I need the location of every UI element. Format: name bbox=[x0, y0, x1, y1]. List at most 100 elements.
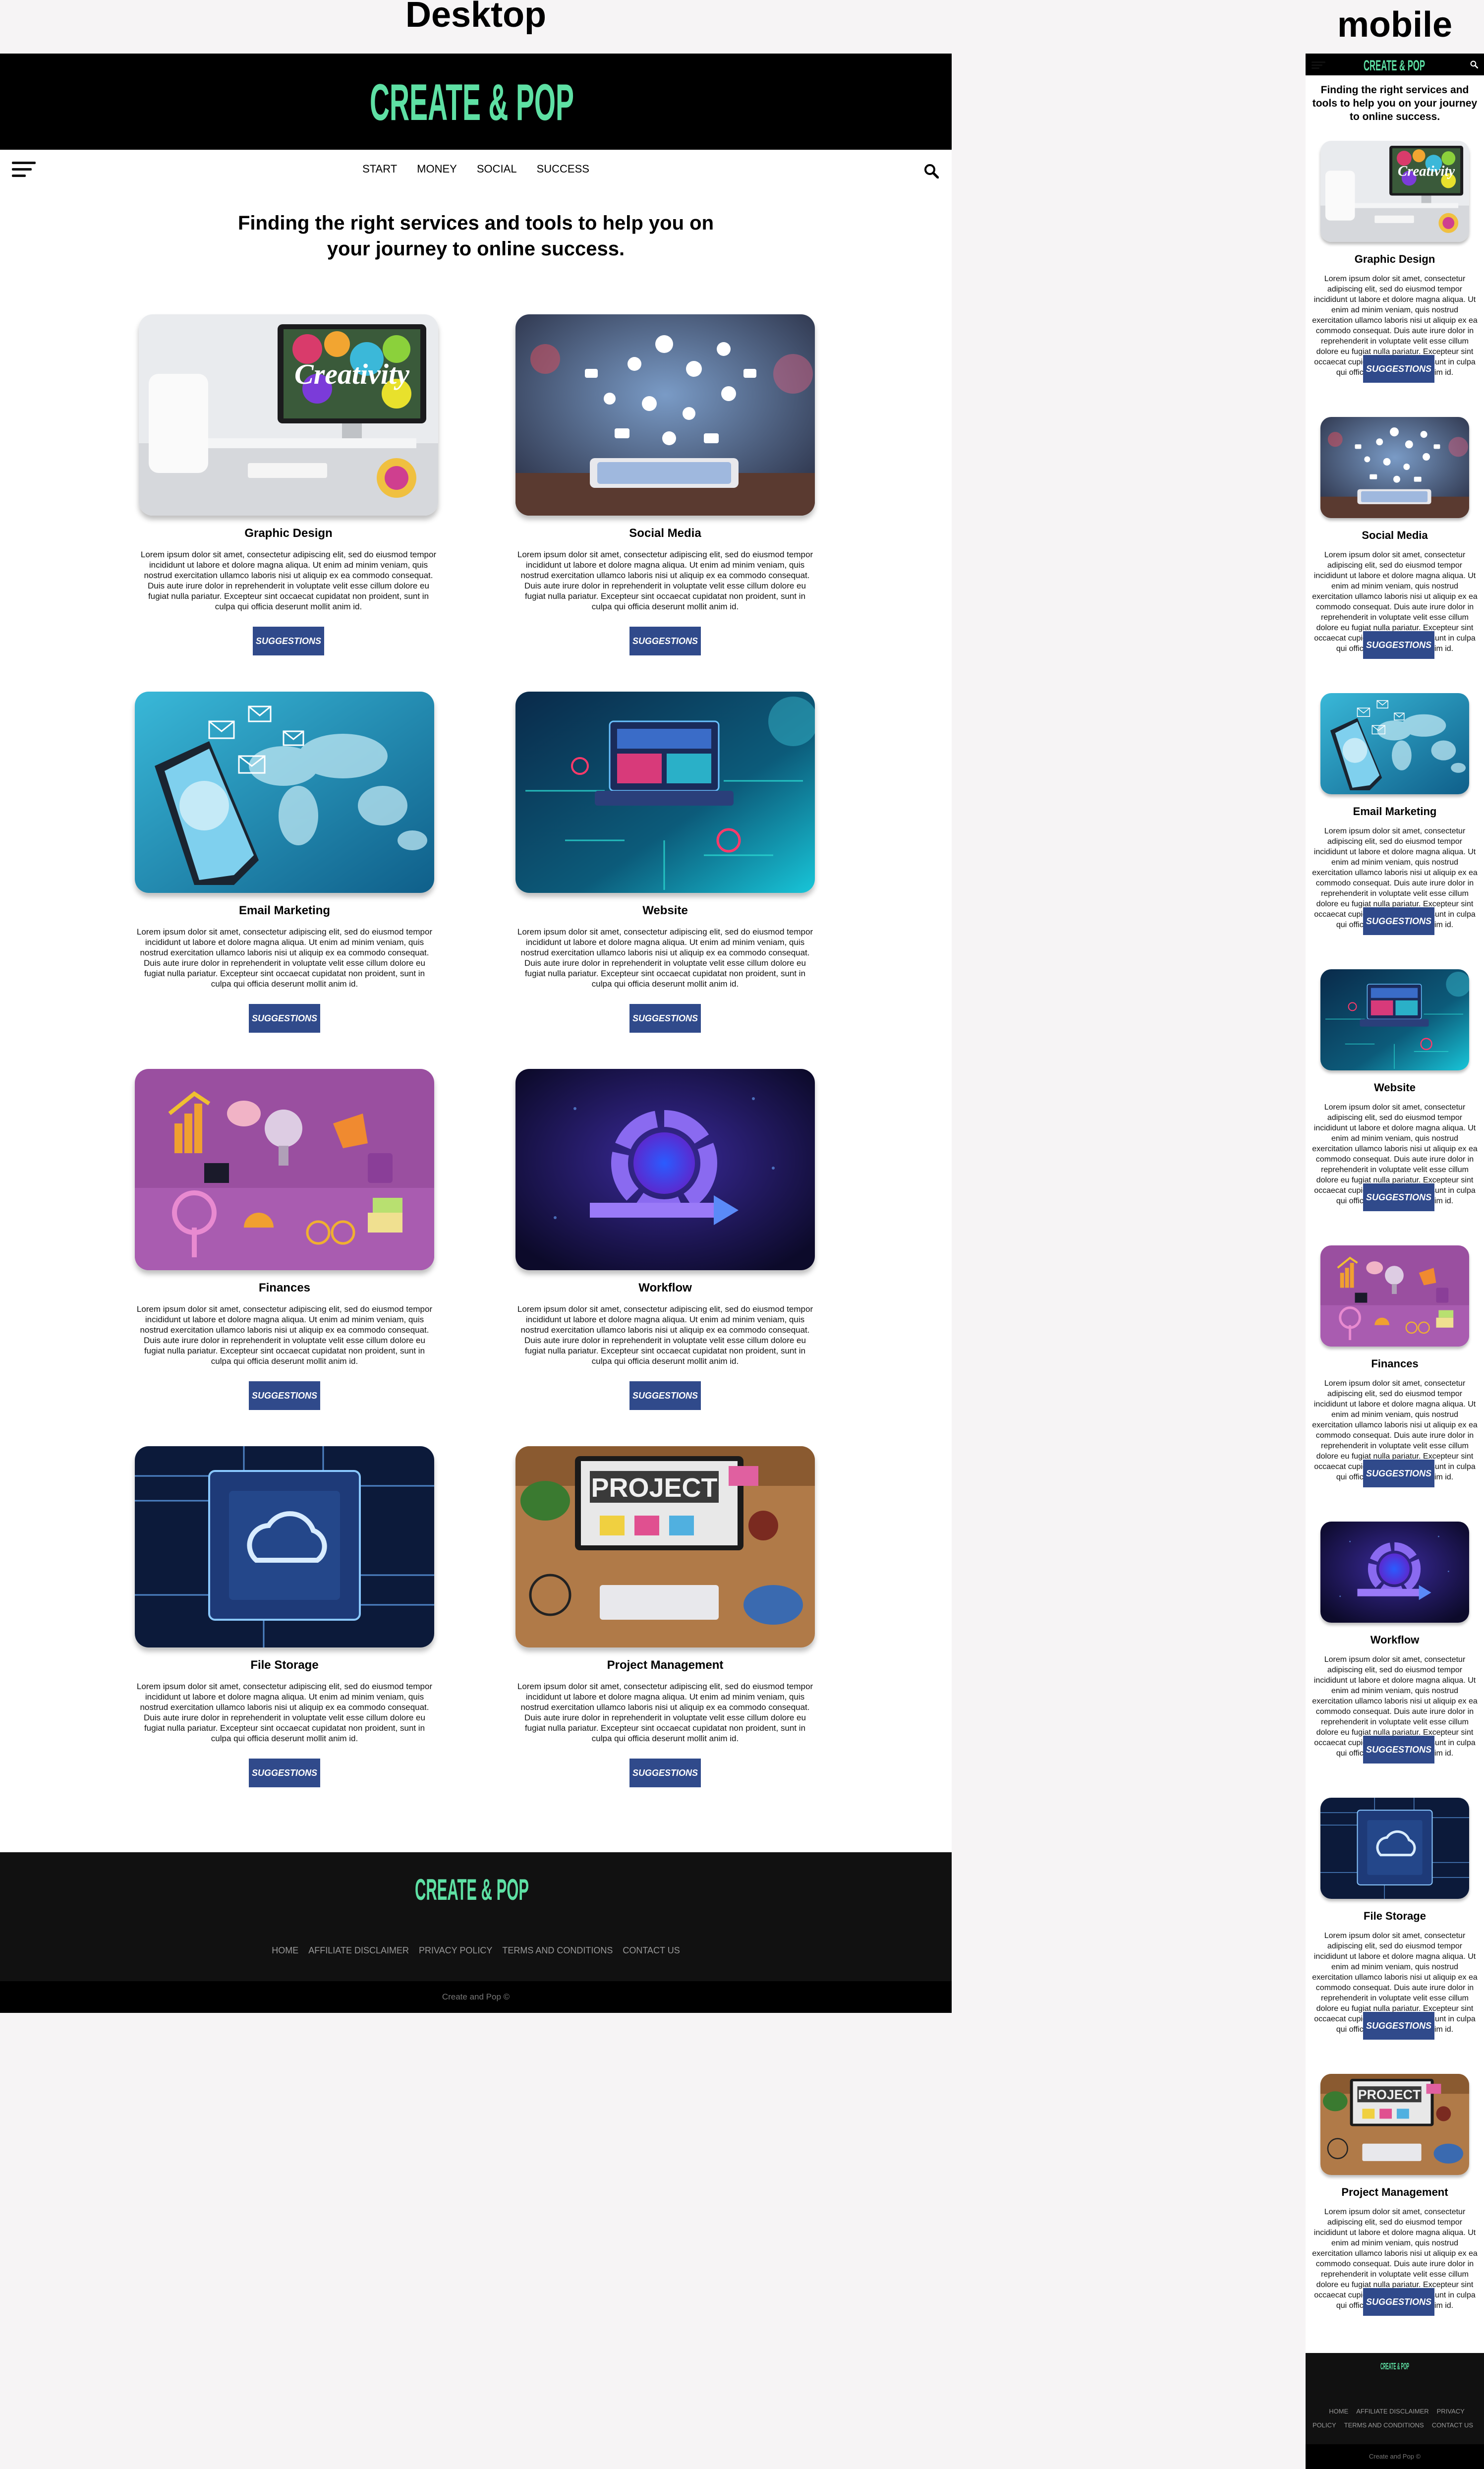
card-description: Lorem ipsum dolor sit amet, consectetur … bbox=[136, 1682, 433, 1743]
mobile-header: CREATE & POP bbox=[1306, 54, 1484, 75]
card-description: Lorem ipsum dolor sit amet, consectetur … bbox=[517, 1304, 813, 1366]
svg-text:CREATE & POP: CREATE & POP bbox=[415, 1874, 529, 1904]
copyright: Create and Pop © bbox=[1306, 2444, 1484, 2469]
page-headline: Finding the right services and tools to … bbox=[237, 212, 714, 260]
footer-logo[interactable]: CREATE & POP bbox=[414, 1874, 529, 1904]
suggestions-button[interactable]: SUGGESTIONS bbox=[249, 1381, 320, 1410]
cloud-chip-image[interactable] bbox=[1320, 1798, 1469, 1899]
nav-item-success[interactable]: SUCCESS bbox=[537, 163, 589, 175]
card-title: Website bbox=[642, 904, 688, 917]
suggestions-button[interactable]: SUGGESTIONS bbox=[1363, 355, 1434, 383]
card-title: Email Marketing bbox=[1353, 805, 1437, 818]
card-title: Graphic Design bbox=[1354, 253, 1435, 265]
svg-text:Creativity: Creativity bbox=[1398, 163, 1455, 179]
svg-text:Creativity: Creativity bbox=[294, 358, 409, 390]
card-title: Project Management bbox=[607, 1658, 724, 1672]
desktop-page: CREATE & POP START MONEY SOCIAL SUCCESS Fin… bbox=[0, 54, 952, 2013]
card-title: Email Marketing bbox=[238, 904, 331, 917]
footer-link-affiliate-disclaimer[interactable]: AFFILIATE DISCLAIMER bbox=[308, 1945, 409, 1955]
footer-link-home[interactable]: HOME bbox=[1329, 2408, 1348, 2415]
suggestions-button[interactable]: SUGGESTIONS bbox=[1363, 1183, 1434, 1211]
footer-logo[interactable]: CREATE & POP bbox=[1380, 2362, 1410, 2371]
site-header: CREATE & POP bbox=[0, 54, 952, 150]
cloud-chip-image[interactable] bbox=[135, 1446, 434, 1647]
page-headline: Finding the right services and tools to … bbox=[1312, 84, 1478, 122]
desktop-label: Desktop bbox=[405, 0, 547, 35]
suggestions-button[interactable]: SUGGESTIONS bbox=[1363, 1460, 1434, 1487]
nav-item-money[interactable]: MONEY bbox=[417, 163, 457, 175]
suggestions-button[interactable]: SUGGESTIONS bbox=[1363, 2288, 1434, 2316]
svg-text:CREATE & POP: CREATE & POP bbox=[370, 76, 574, 127]
card-description: Lorem ipsum dolor sit amet, consectetur … bbox=[517, 550, 813, 611]
footer-links: HOME AFFILIATE DISCLAIMER PRIVACY POLICY TE… bbox=[0, 1945, 952, 1956]
project-desk-image[interactable]: PROJECT bbox=[1320, 2074, 1469, 2175]
mobile-page: CREATE & POP Finding the right services … bbox=[1306, 54, 1484, 2469]
footer-link-home[interactable]: HOME bbox=[272, 1945, 298, 1955]
suggestions-button[interactable]: SUGGESTIONS bbox=[253, 627, 324, 655]
svg-text:CREATE & POP: CREATE & POP bbox=[1364, 58, 1425, 72]
footer-link-contact-us[interactable]: CONTACT US bbox=[623, 1945, 680, 1955]
nav-item-start[interactable]: START bbox=[362, 163, 397, 175]
card-title: Workflow bbox=[1370, 1634, 1420, 1646]
workflow-cycle-image[interactable] bbox=[1320, 1522, 1469, 1623]
card-title: Project Management bbox=[1341, 2186, 1448, 2198]
finance-objects-image[interactable] bbox=[135, 1069, 434, 1270]
social-phone-image[interactable] bbox=[1320, 417, 1469, 518]
svg-text:PROJECT: PROJECT bbox=[1358, 2087, 1421, 2102]
workflow-cycle-image[interactable] bbox=[515, 1069, 815, 1270]
suggestions-button[interactable]: SUGGESTIONS bbox=[249, 1759, 320, 1787]
suggestions-button[interactable]: SUGGESTIONS bbox=[629, 627, 701, 655]
mobile-label: mobile bbox=[1337, 5, 1453, 45]
suggestions-button[interactable]: SUGGESTIONS bbox=[629, 1004, 701, 1033]
website-laptop-image[interactable] bbox=[1320, 969, 1469, 1070]
card-title: Finances bbox=[258, 1281, 311, 1294]
footer-link-affiliate-disclaimer[interactable]: AFFILIATE DISCLAIMER bbox=[1356, 2408, 1428, 2415]
email-map-image[interactable] bbox=[1320, 693, 1469, 794]
footer-link-privacy-policy[interactable]: PRIVACY POLICY bbox=[419, 1945, 492, 1955]
footer-link-terms-and-conditions[interactable]: TERMS AND CONDITIONS bbox=[1344, 2421, 1424, 2429]
finance-objects-image[interactable] bbox=[1320, 1245, 1469, 1347]
site-footer: CREATE & POP HOME AFFILIATE DISCLAIMER PRI… bbox=[0, 1852, 952, 1981]
email-map-image[interactable] bbox=[135, 692, 434, 893]
copyright: Create and Pop © bbox=[0, 1981, 952, 2013]
card-title: Website bbox=[1374, 1081, 1416, 1094]
suggestions-button[interactable]: SUGGESTIONS bbox=[1363, 1736, 1434, 1764]
card-title: File Storage bbox=[1364, 1910, 1426, 1922]
main-menu: START MONEY SOCIAL SUCCESS bbox=[0, 163, 952, 176]
social-phone-image[interactable] bbox=[515, 314, 815, 516]
website-laptop-image[interactable] bbox=[515, 692, 815, 893]
card-description: Lorem ipsum dolor sit amet, consectetur … bbox=[517, 1682, 813, 1743]
card-title: Social Media bbox=[629, 527, 701, 540]
card-description: Lorem ipsum dolor sit amet, consectetur … bbox=[136, 1304, 433, 1366]
card-title: Graphic Design bbox=[244, 527, 333, 540]
card-description: Lorem ipsum dolor sit amet, consectetur … bbox=[517, 927, 813, 989]
hamburger-menu-icon[interactable] bbox=[1312, 61, 1325, 69]
footer-link-contact-us[interactable]: CONTACT US bbox=[1432, 2421, 1473, 2429]
search-icon[interactable] bbox=[924, 164, 939, 178]
nav-item-social[interactable]: SOCIAL bbox=[477, 163, 517, 175]
nav-bar: START MONEY SOCIAL SUCCESS bbox=[0, 150, 952, 188]
footer-links: HOME AFFILIATE DISCLAIMER PRIVACY POLICY TE… bbox=[1308, 2405, 1482, 2432]
search-icon[interactable] bbox=[1470, 60, 1478, 68]
card-title: Social Media bbox=[1362, 529, 1428, 541]
mobile-logo[interactable]: CREATE & POP bbox=[1363, 58, 1426, 72]
creativity-desk-image[interactable]: Creativity bbox=[139, 314, 438, 516]
card-title: Workflow bbox=[638, 1281, 692, 1294]
card-description: Lorem ipsum dolor sit amet, consectetur … bbox=[140, 550, 437, 611]
project-desk-image[interactable]: PROJECT bbox=[515, 1446, 815, 1647]
suggestions-button[interactable]: SUGGESTIONS bbox=[629, 1381, 701, 1410]
suggestions-button[interactable]: SUGGESTIONS bbox=[1363, 631, 1434, 659]
svg-text:CREATE & POP: CREATE & POP bbox=[1380, 2362, 1409, 2371]
suggestions-button[interactable]: SUGGESTIONS bbox=[1363, 907, 1434, 935]
creativity-desk-image[interactable]: Creativity bbox=[1320, 141, 1469, 242]
suggestions-button[interactable]: SUGGESTIONS bbox=[629, 1759, 701, 1787]
site-logo[interactable]: CREATE & POP bbox=[369, 76, 575, 127]
card-description: Lorem ipsum dolor sit amet, consectetur … bbox=[136, 927, 433, 989]
card-title: Finances bbox=[1371, 1357, 1419, 1370]
card-title: File Storage bbox=[250, 1658, 319, 1672]
svg-text:PROJECT: PROJECT bbox=[591, 1473, 717, 1503]
mobile-footer: CREATE & POP HOME AFFILIATE DISCLAIMER PRI… bbox=[1306, 2353, 1484, 2444]
suggestions-button[interactable]: SUGGESTIONS bbox=[249, 1004, 320, 1033]
footer-link-terms-and-conditions[interactable]: TERMS AND CONDITIONS bbox=[502, 1945, 613, 1955]
suggestions-button[interactable]: SUGGESTIONS bbox=[1363, 2012, 1434, 2040]
